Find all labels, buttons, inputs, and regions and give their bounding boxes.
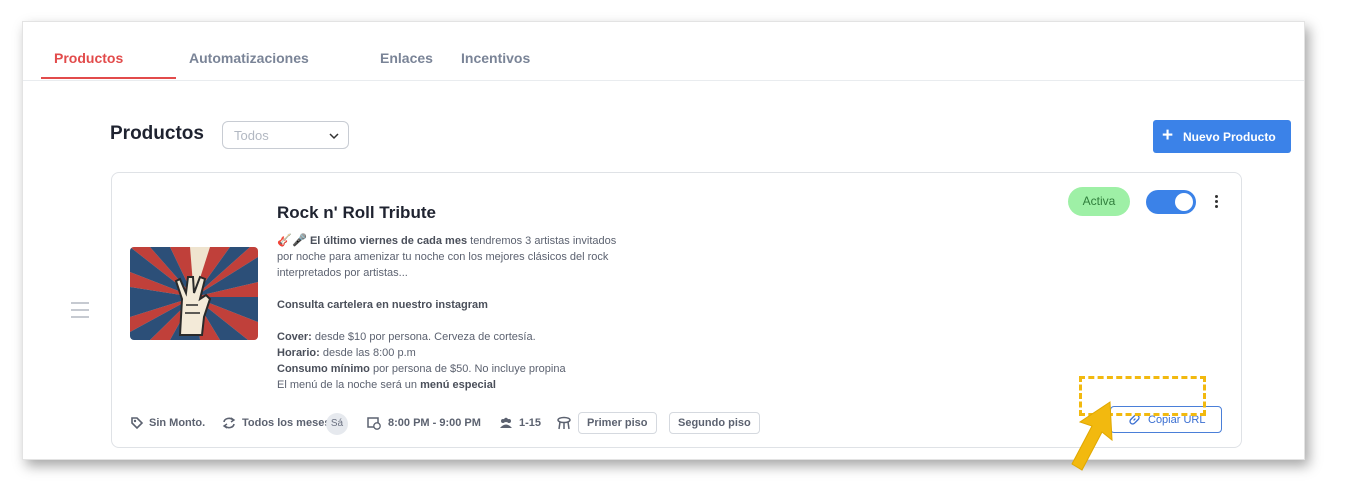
active-tab-indicator <box>41 77 176 79</box>
product-image <box>130 247 258 340</box>
tab-automatizaciones[interactable]: Automatizaciones <box>189 50 309 66</box>
chevron-down-icon <box>329 133 339 140</box>
desc-instagram-note: Consulta cartelera en nuestro instagram <box>277 299 488 311</box>
tab-bar: Productos Automatizaciones Enlaces Incen… <box>23 22 1304 81</box>
area-chip: Primer piso <box>578 412 657 434</box>
tab-enlaces[interactable]: Enlaces <box>380 50 433 66</box>
menu-text: El menú de la noche será un <box>277 379 421 391</box>
day-badge: Sá <box>326 413 348 435</box>
price-tag-icon <box>131 417 144 430</box>
users-icon <box>500 417 512 428</box>
pointer-arrow-icon <box>1071 401 1113 471</box>
new-product-label: Nuevo Producto <box>1183 130 1276 144</box>
price-text: Sin Monto. <box>149 417 206 429</box>
capacity-text: 1-15 <box>519 417 542 429</box>
toggle-knob <box>1175 193 1193 211</box>
table-icon <box>557 416 571 430</box>
status-badge: Activa <box>1068 187 1130 216</box>
recurrence-text: Todos los meses <box>242 417 331 429</box>
consumo-label: Consumo mínimo <box>277 363 370 375</box>
product-description: 🎸🎤 El último viernes de cada mes tendrem… <box>277 232 617 393</box>
guitar-microphone-icon: 🎸🎤 <box>277 233 307 247</box>
filter-select-value: Todos <box>234 128 269 143</box>
area-chip: Segundo piso <box>669 412 760 434</box>
product-title: Rock n' Roll Tribute <box>277 203 436 222</box>
more-options-icon[interactable] <box>1212 195 1220 211</box>
calendar-clock-icon <box>367 417 381 430</box>
cover-label: Cover: <box>277 331 312 343</box>
horario-label: Horario: <box>277 347 320 359</box>
drag-handle-icon[interactable] <box>71 302 89 323</box>
time-text: 8:00 PM - 9:00 PM <box>388 417 481 429</box>
tab-productos[interactable]: Productos <box>54 50 123 66</box>
plus-icon: + <box>1162 125 1174 146</box>
new-product-button[interactable]: + Nuevo Producto <box>1153 120 1291 153</box>
menu-bold: menú especial <box>420 379 496 391</box>
page-title: Productos <box>110 123 204 144</box>
repeat-icon <box>222 417 236 429</box>
filter-select[interactable]: Todos <box>222 121 349 149</box>
horario-text: desde las 8:00 p.m <box>319 347 416 359</box>
desc-highlight: El último viernes de cada mes <box>309 235 468 247</box>
active-toggle[interactable] <box>1146 190 1196 214</box>
cover-text: desde $10 por persona. Cerveza de cortes… <box>311 331 536 343</box>
consumo-text: por persona de $50. No incluye propina <box>369 363 566 375</box>
tab-incentivos[interactable]: Incentivos <box>461 50 530 66</box>
